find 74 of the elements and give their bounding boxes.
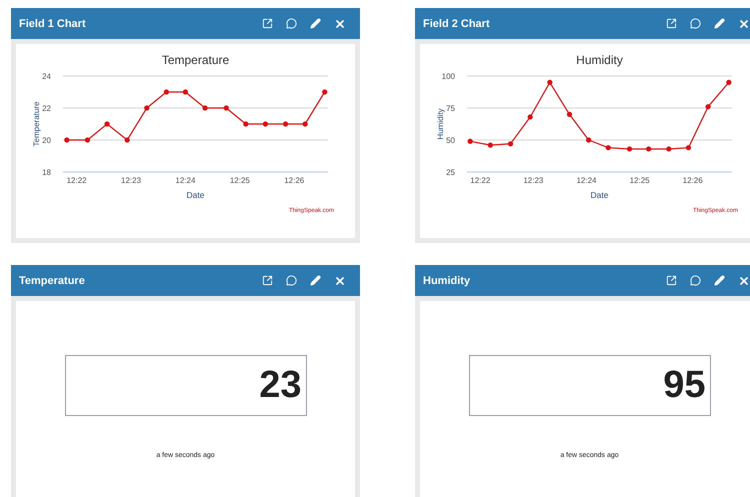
x-tick-label: 12:26: [284, 176, 304, 185]
y-tick-label: 50: [446, 136, 455, 145]
pencil-icon[interactable]: [714, 275, 725, 286]
y-tick-label: 24: [42, 72, 51, 81]
point: [547, 80, 552, 85]
x-tick-label: 12:25: [230, 176, 250, 185]
close-icon[interactable]: [738, 274, 750, 286]
point: [686, 145, 692, 150]
value-display: 95: [468, 355, 710, 416]
value-display: 23: [64, 355, 306, 416]
point: [124, 137, 130, 143]
panel-title: Temperature: [19, 274, 85, 286]
point: [262, 121, 268, 127]
y-tick-label: 100: [442, 72, 455, 81]
x-axis-label: Date: [590, 190, 608, 200]
x-axis-label: Date: [186, 190, 204, 200]
external-link-icon[interactable]: [262, 275, 273, 286]
point: [84, 137, 90, 143]
external-link-icon[interactable]: [666, 275, 677, 286]
panel-title: Field 2 Chart: [423, 18, 490, 30]
x-tick-label: 12:24: [576, 176, 596, 185]
x-tick-label: 12:26: [682, 176, 703, 185]
x-tick-label: 12:22: [470, 176, 490, 185]
pencil-icon[interactable]: [714, 18, 725, 29]
point: [224, 105, 229, 111]
close-icon[interactable]: [334, 18, 346, 30]
point: [666, 146, 672, 152]
x-tick-label: 12:23: [523, 176, 544, 185]
chart-title: Temperature: [162, 53, 230, 67]
point: [726, 80, 732, 85]
point: [508, 141, 514, 146]
chart-title: Humidity: [576, 53, 623, 67]
point: [586, 137, 592, 143]
pencil-icon[interactable]: [310, 275, 321, 286]
point: [243, 121, 248, 127]
y-tick-label: 25: [446, 168, 455, 177]
y-tick-label: 18: [42, 168, 51, 177]
external-link-icon[interactable]: [262, 18, 273, 29]
point: [282, 121, 288, 127]
y-tick-label: 22: [42, 104, 51, 113]
point: [646, 146, 652, 152]
point: [626, 146, 632, 152]
y-axis-label: Humidity: [436, 108, 445, 140]
point: [606, 145, 611, 150]
speech-bubble-icon[interactable]: [286, 275, 297, 286]
point: [104, 121, 110, 127]
speech-bubble-icon[interactable]: [690, 275, 701, 286]
x-tick-label: 12:23: [121, 176, 142, 185]
speech-bubble-icon[interactable]: [286, 18, 297, 29]
y-tick-label: 20: [42, 136, 51, 145]
y-tick-label: 75: [446, 104, 455, 113]
point: [528, 114, 533, 120]
speech-bubble-icon[interactable]: [690, 18, 701, 29]
point: [144, 105, 150, 111]
point: [488, 142, 493, 148]
point: [468, 138, 473, 144]
point: [566, 112, 572, 117]
x-tick-label: 12:25: [630, 176, 650, 185]
panel-title: Field 1 Chart: [19, 18, 86, 30]
point: [322, 89, 328, 95]
point: [202, 105, 208, 111]
pencil-icon[interactable]: [310, 18, 321, 29]
close-icon[interactable]: [738, 18, 750, 30]
point: [64, 137, 70, 143]
close-icon[interactable]: [334, 274, 346, 286]
x-tick-label: 12:24: [175, 176, 196, 185]
x-tick-label: 12:22: [66, 176, 87, 185]
panel-title: Humidity: [423, 274, 470, 286]
point: [302, 121, 308, 127]
point: [706, 104, 711, 110]
external-link-icon[interactable]: [666, 18, 677, 29]
y-axis-label: Temperature: [32, 102, 41, 146]
point: [182, 89, 188, 95]
point: [164, 89, 169, 95]
